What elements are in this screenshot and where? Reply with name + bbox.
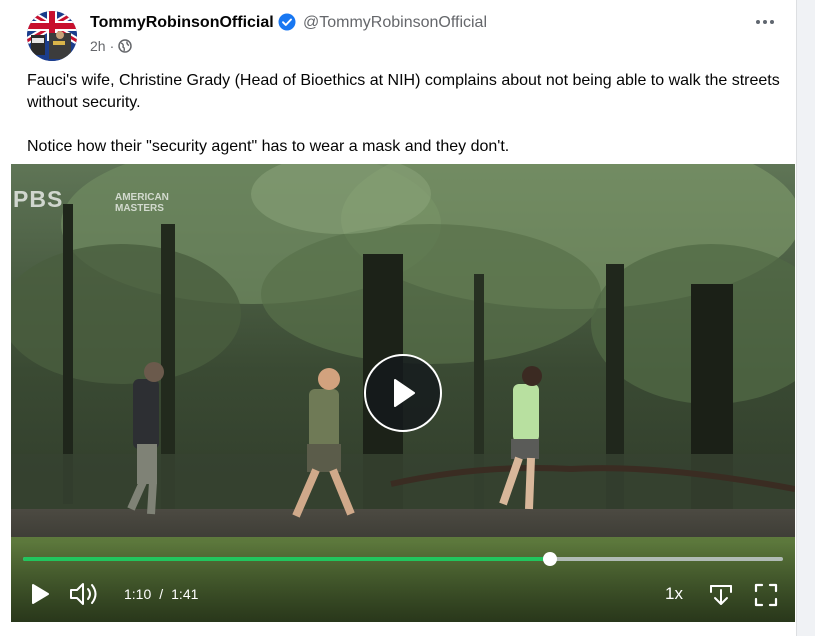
post-paragraph: Fauci's wife, Christine Grady (Head of B… bbox=[27, 72, 780, 111]
progress-bar[interactable] bbox=[23, 552, 783, 566]
volume-button[interactable] bbox=[67, 578, 101, 610]
watermark-line: MASTERS bbox=[115, 203, 164, 214]
pbs-logo: PBS bbox=[13, 186, 64, 212]
post-header: TommyRobinsonOfficial @TommyRobinsonOffi… bbox=[27, 8, 784, 61]
download-icon bbox=[710, 585, 732, 605]
play-button[interactable] bbox=[25, 578, 55, 610]
play-circle-icon[interactable] bbox=[364, 354, 442, 432]
playback-speed-button[interactable]: 1x bbox=[665, 584, 683, 604]
video-controls: 1:10 / 1:41 1x bbox=[11, 542, 795, 622]
watermark-line: AMERICAN bbox=[115, 192, 169, 203]
download-button[interactable] bbox=[707, 580, 735, 610]
american-masters-watermark: AMERICAN MASTERS bbox=[115, 192, 169, 214]
more-options-button[interactable] bbox=[752, 14, 778, 30]
post-text: Fauci's wife, Christine Grady (Head of B… bbox=[27, 70, 787, 158]
progress-fill bbox=[23, 557, 551, 561]
meta-separator: · bbox=[109, 38, 115, 54]
post-timestamp[interactable]: 2h bbox=[90, 38, 106, 54]
volume-icon bbox=[70, 583, 97, 605]
globe-icon bbox=[118, 39, 132, 53]
fullscreen-button[interactable] bbox=[752, 580, 780, 610]
verified-badge-icon bbox=[278, 13, 296, 31]
more-dot bbox=[756, 20, 760, 24]
post-card: TommyRobinsonOfficial @TommyRobinsonOffi… bbox=[0, 0, 797, 636]
fullscreen-icon bbox=[754, 583, 778, 607]
more-dot bbox=[770, 20, 774, 24]
time-display: 1:10 / 1:41 bbox=[124, 586, 198, 602]
duration: 1:41 bbox=[171, 586, 199, 602]
video-player[interactable]: PBS AMERICAN MASTERS 1:10 / 1:41 1x bbox=[11, 164, 795, 622]
post-paragraph: Notice how their "security agent" has to… bbox=[27, 138, 510, 155]
play-icon bbox=[32, 584, 49, 604]
progress-thumb[interactable] bbox=[543, 552, 558, 566]
author-handle[interactable]: @TommyRobinsonOfficial bbox=[303, 14, 487, 32]
time-separator: / bbox=[159, 586, 164, 602]
more-dot bbox=[763, 20, 767, 24]
pbs-watermark: PBS bbox=[13, 186, 63, 213]
author-avatar[interactable] bbox=[27, 11, 77, 61]
author-name[interactable]: TommyRobinsonOfficial bbox=[90, 14, 274, 32]
current-time: 1:10 bbox=[124, 586, 152, 602]
post-meta: 2h · bbox=[90, 38, 132, 54]
